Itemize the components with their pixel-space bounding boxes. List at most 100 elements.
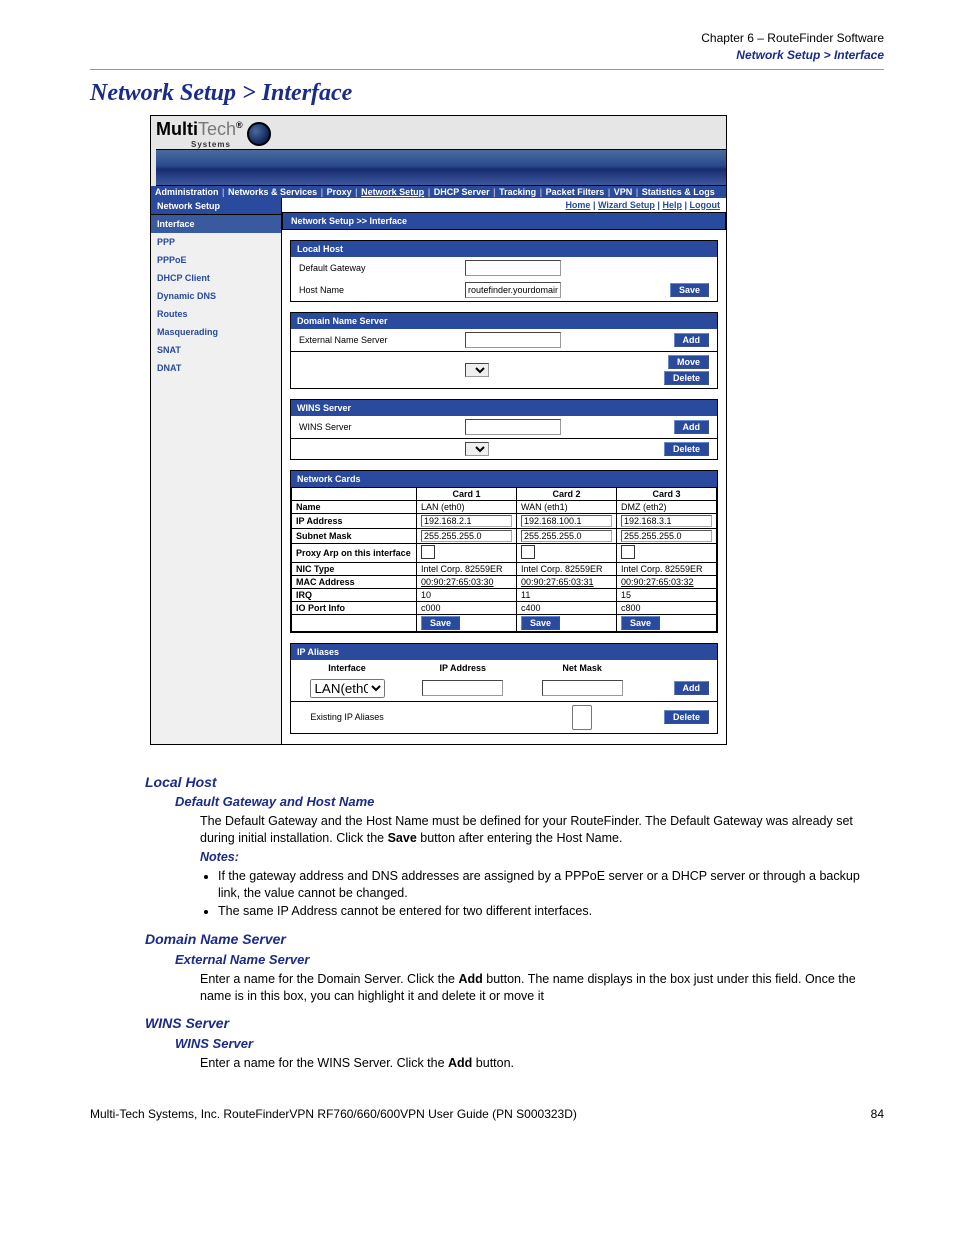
link-wizard[interactable]: Wizard Setup xyxy=(598,200,655,210)
desc-li2: The same IP Address cannot be entered fo… xyxy=(218,903,884,920)
proxyarp-card2[interactable] xyxy=(521,545,535,559)
logo-circle-icon xyxy=(247,122,271,146)
delete-button-dns[interactable]: Delete xyxy=(664,371,709,385)
save-button-localhost[interactable]: Save xyxy=(670,283,709,297)
alias-iface-select[interactable]: LAN(eth0) xyxy=(310,679,385,698)
ip-card1[interactable] xyxy=(421,515,512,527)
desc-p2: Enter a name for the Domain Server. Clic… xyxy=(200,971,884,1005)
sidebar-item-snat[interactable]: SNAT xyxy=(151,341,281,359)
menu-networksetup[interactable]: Network Setup xyxy=(361,187,424,197)
desc-p1: The Default Gateway and the Host Name mu… xyxy=(200,813,884,847)
section-aliases: IP Aliases Interface IP Address Net Mask… xyxy=(290,643,718,734)
menu-networks[interactable]: Networks & Services xyxy=(228,187,317,197)
breadcrumb: Network Setup >> Interface xyxy=(282,212,726,230)
desc-h-wins: WINS Server xyxy=(145,1014,884,1033)
sidebar-item-dnat[interactable]: DNAT xyxy=(151,359,281,377)
mask-card1[interactable] xyxy=(421,530,512,542)
row-ioport: IO Port Info c000 c400 c800 xyxy=(292,601,717,614)
desc-h-dns: Domain Name Server xyxy=(145,930,884,949)
ip-card2[interactable] xyxy=(521,515,612,527)
mask-card3[interactable] xyxy=(621,530,712,542)
navbar-gradient xyxy=(156,149,726,186)
menu-proxy[interactable]: Proxy xyxy=(327,187,352,197)
desc-notes: Notes: xyxy=(200,849,884,866)
chapter-label: Chapter 6 – RouteFinder Software xyxy=(90,30,884,47)
label-host-name: Host Name xyxy=(291,279,457,301)
save-button-card2[interactable]: Save xyxy=(521,616,560,630)
label-default-gateway: Default Gateway xyxy=(291,257,457,279)
topmenu: Administration | Networks & Services | P… xyxy=(151,186,726,198)
input-wins[interactable] xyxy=(465,419,561,435)
ip-card3[interactable] xyxy=(621,515,712,527)
link-home[interactable]: Home xyxy=(565,200,590,210)
save-button-card3[interactable]: Save xyxy=(621,616,660,630)
link-logout[interactable]: Logout xyxy=(690,200,721,210)
sidebar-item-dyndns[interactable]: Dynamic DNS xyxy=(151,287,281,305)
section-wins: WINS Server WINS Server Add Delete xyxy=(290,399,718,460)
label-ext-ns: External Name Server xyxy=(291,329,457,352)
desc-h-extns: External Name Server xyxy=(175,951,884,969)
save-button-card1[interactable]: Save xyxy=(421,616,460,630)
menu-dhcp[interactable]: DHCP Server xyxy=(434,187,490,197)
alias-col-mask: Net Mask xyxy=(522,660,641,676)
footer-left: Multi-Tech Systems, Inc. RouteFinderVPN … xyxy=(90,1107,577,1121)
desc-li1: If the gateway address and DNS addresses… xyxy=(218,868,884,902)
sidebar-item-routes[interactable]: Routes xyxy=(151,305,281,323)
link-help[interactable]: Help xyxy=(662,200,682,210)
section-head-localhost: Local Host xyxy=(291,241,717,257)
section-head-cards: Network Cards xyxy=(291,471,717,487)
row-ip: IP Address xyxy=(292,513,717,528)
menu-packetfilters[interactable]: Packet Filters xyxy=(546,187,605,197)
section-localhost: Local Host Default Gateway Host Name Sav… xyxy=(290,240,718,302)
sidebar-item-ppp[interactable]: PPP xyxy=(151,233,281,251)
sidebar-item-pppoe[interactable]: PPPoE xyxy=(151,251,281,269)
alias-col-iface: Interface xyxy=(291,660,403,676)
section-cards: Network Cards Card 1 Card 2 Card 3 Name … xyxy=(290,470,718,633)
alias-mask-input[interactable] xyxy=(542,680,623,696)
menu-tracking[interactable]: Tracking xyxy=(499,187,536,197)
label-wins: WINS Server xyxy=(291,416,457,439)
sidebar-item-masq[interactable]: Masquerading xyxy=(151,323,281,341)
add-button-wins[interactable]: Add xyxy=(674,420,710,434)
existing-aliases-list[interactable] xyxy=(572,705,592,730)
delete-button-alias[interactable]: Delete xyxy=(664,710,709,724)
card1-head: Card 1 xyxy=(417,487,517,500)
alias-ip-input[interactable] xyxy=(422,680,503,696)
proxyarp-card3[interactable] xyxy=(621,545,635,559)
desc-h-localhost: Local Host xyxy=(145,773,884,792)
multitech-logo: MultiTech® Systems xyxy=(156,119,726,149)
input-default-gateway[interactable] xyxy=(465,260,561,276)
sidebar-item-interface[interactable]: Interface xyxy=(151,215,281,233)
section-head-aliases: IP Aliases xyxy=(291,644,717,660)
menu-stats[interactable]: Statistics & Logs xyxy=(642,187,715,197)
delete-button-wins[interactable]: Delete xyxy=(664,442,709,456)
add-button-dns[interactable]: Add xyxy=(674,333,710,347)
wins-list-select[interactable] xyxy=(465,442,489,456)
input-host-name[interactable] xyxy=(465,282,561,298)
add-button-alias[interactable]: Add xyxy=(674,681,710,695)
mask-card2[interactable] xyxy=(521,530,612,542)
row-proxyarp: Proxy Arp on this interface xyxy=(292,543,717,562)
cards-table: Card 1 Card 2 Card 3 Name LAN (eth0) WAN… xyxy=(291,487,717,632)
dns-list-select[interactable] xyxy=(465,363,489,377)
footer-pagenum: 84 xyxy=(871,1107,884,1121)
row-name: Name LAN (eth0) WAN (eth1) DMZ (eth2) xyxy=(292,500,717,513)
card3-head: Card 3 xyxy=(617,487,717,500)
desc-p3: Enter a name for the WINS Server. Click … xyxy=(200,1055,884,1072)
desc-h-wins2: WINS Server xyxy=(175,1035,884,1053)
input-ext-ns[interactable] xyxy=(465,332,561,348)
proxyarp-card1[interactable] xyxy=(421,545,435,559)
sidebar-item-dhcpclient[interactable]: DHCP Client xyxy=(151,269,281,287)
page-title: Network Setup > Interface xyxy=(90,80,884,107)
header-breadcrumb: Network Setup > Interface xyxy=(90,47,884,64)
menu-vpn[interactable]: VPN xyxy=(614,187,633,197)
row-irq: IRQ 10 11 15 xyxy=(292,588,717,601)
section-head-wins: WINS Server xyxy=(291,400,717,416)
sidebar-head: Network Setup xyxy=(151,198,281,215)
move-button-dns[interactable]: Move xyxy=(668,355,709,369)
menu-admin[interactable]: Administration xyxy=(155,187,219,197)
desc-h-gwhn: Default Gateway and Host Name xyxy=(175,793,884,811)
card2-head: Card 2 xyxy=(517,487,617,500)
row-mask: Subnet Mask xyxy=(292,528,717,543)
section-dns: Domain Name Server External Name Server … xyxy=(290,312,718,389)
